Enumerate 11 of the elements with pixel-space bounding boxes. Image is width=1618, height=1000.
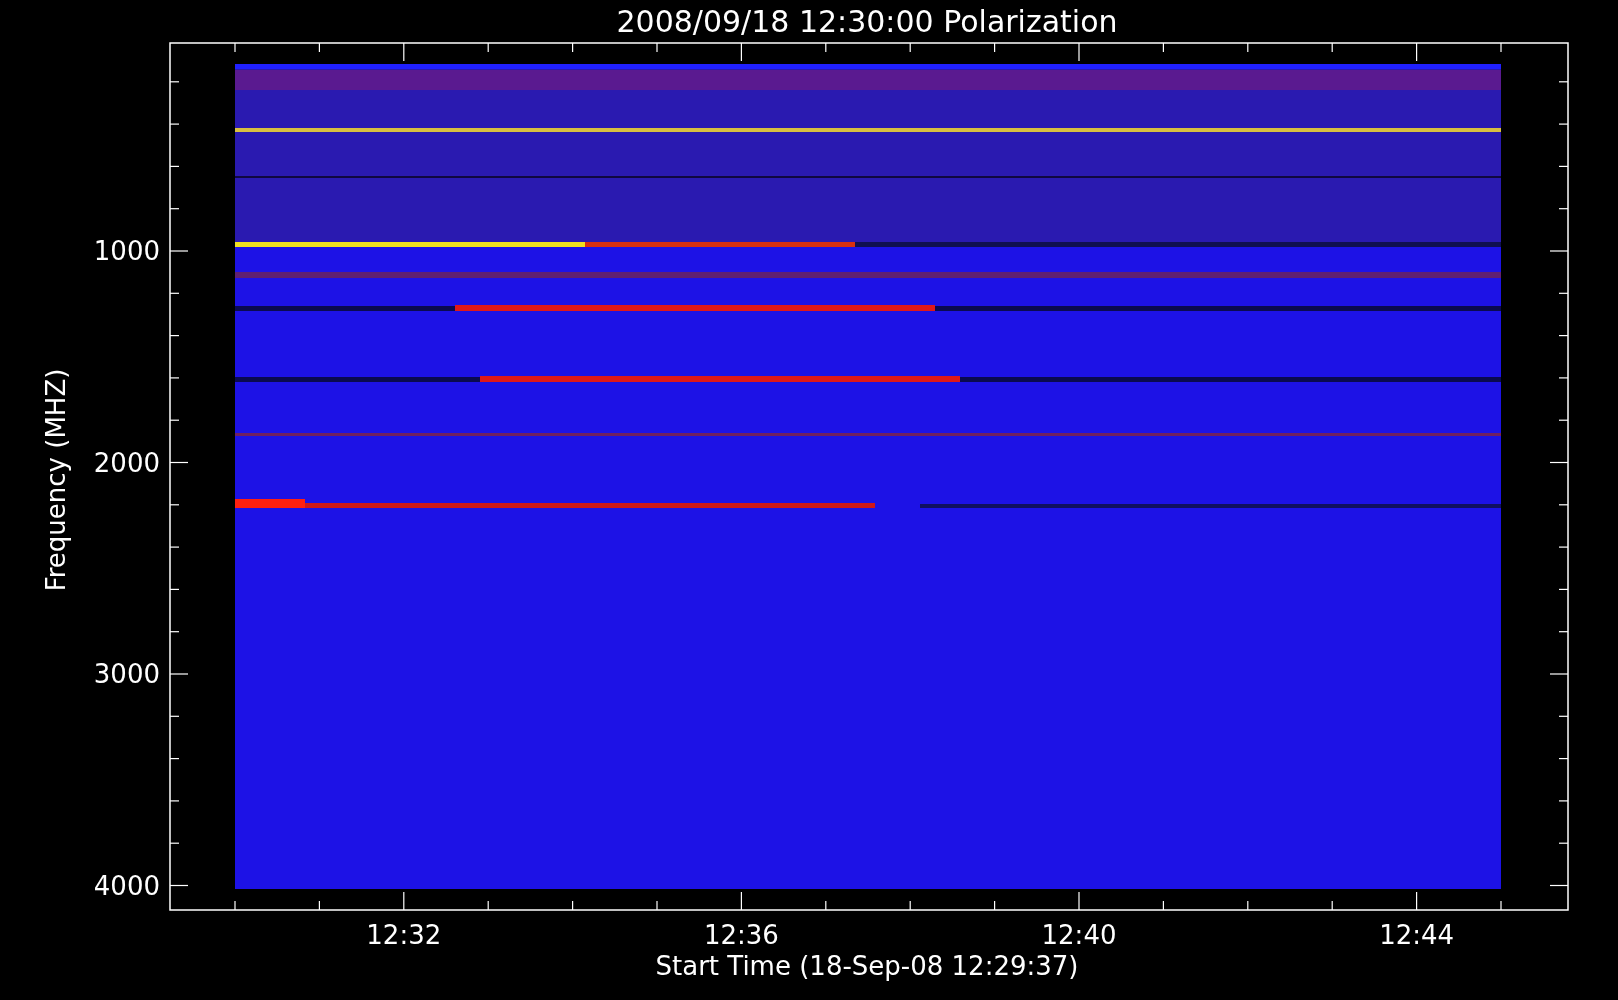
chart-title: 2008/09/18 12:30:00 Polarization — [616, 4, 1118, 39]
axis-title: Start Time (18-Sep-08 12:29:37) — [655, 951, 1079, 981]
axis-tick-label: 1000 — [93, 236, 160, 266]
axis-tick-label: 12:36 — [703, 920, 779, 950]
axis-tick-label: 4000 — [93, 870, 160, 901]
axis-tick-label: 12:40 — [1041, 920, 1117, 950]
axis-tick-label: 12:44 — [1379, 920, 1455, 950]
axis-tick-label: 3000 — [93, 659, 160, 689]
axis-tick-label: 2000 — [93, 447, 160, 478]
axis-tick-label: 12:32 — [366, 920, 442, 950]
axis-title: Frequency (MHZ) — [41, 368, 71, 592]
